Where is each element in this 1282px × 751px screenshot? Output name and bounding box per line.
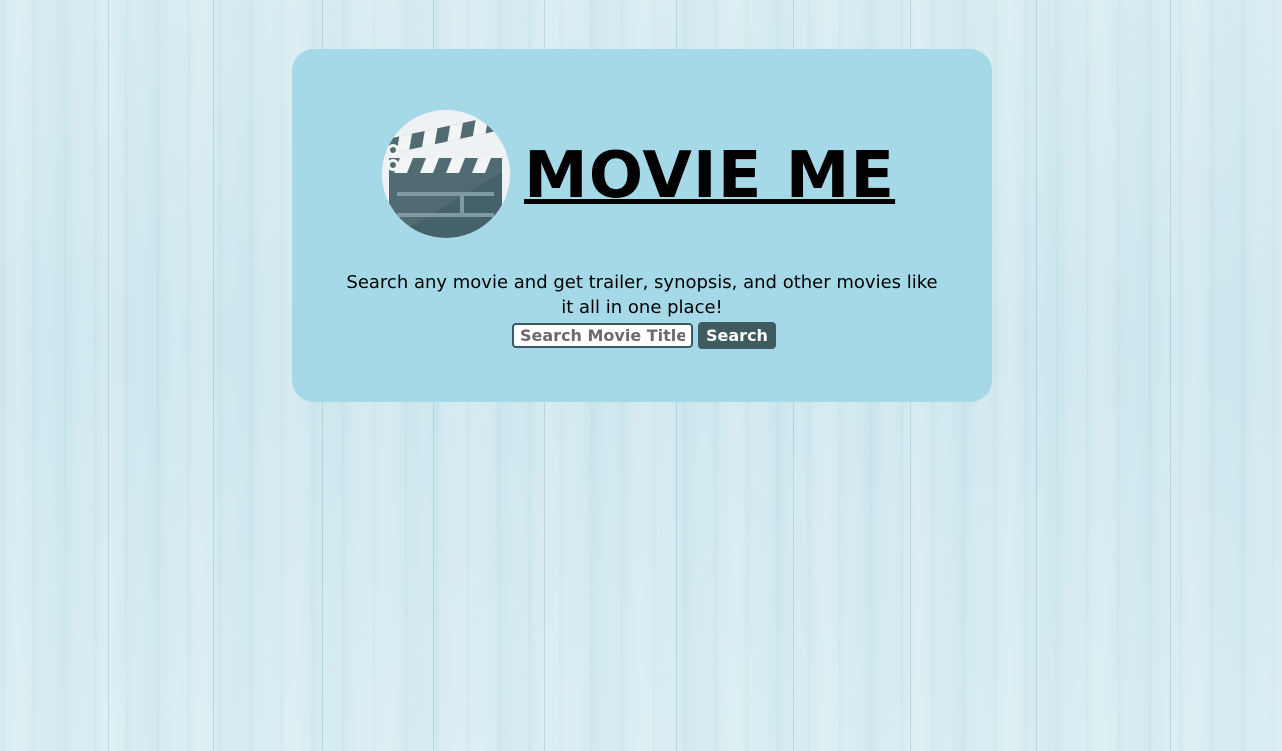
brand-header: MOVIE ME: [382, 99, 895, 249]
wood-seam: [1036, 0, 1037, 751]
clapperboard-icon: [382, 109, 510, 238]
search-button[interactable]: Search: [698, 322, 776, 349]
search-input[interactable]: [512, 323, 693, 348]
wood-seam: [1170, 0, 1171, 751]
wood-seam: [108, 0, 109, 751]
main-card: MOVIE ME Search any movie and get traile…: [292, 49, 992, 402]
clapperboard-svg: [382, 109, 510, 238]
wood-seam: [213, 0, 214, 751]
app-title: MOVIE ME: [524, 138, 896, 213]
app-tagline: Search any movie and get trailer, synops…: [346, 272, 938, 318]
search-form: Search: [512, 322, 776, 349]
